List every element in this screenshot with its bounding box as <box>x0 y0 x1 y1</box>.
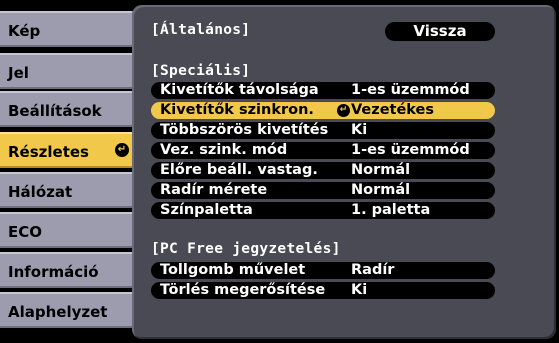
menu-row[interactable]: Radír mérete Normál <box>151 182 495 199</box>
sidebar-item-label: Részletes <box>8 143 89 161</box>
enter-arrow-icon: ↵ <box>337 104 350 117</box>
row-value: Normál <box>351 182 411 198</box>
row-label: Kivetítők távolsága <box>160 82 319 98</box>
menu-row[interactable]: Vez. szink. mód 1-es üzemmód <box>151 142 495 159</box>
sidebar-item-label: Hálózat <box>8 183 73 201</box>
sidebar-item-label: Információ <box>8 263 99 281</box>
row-value: 1. paletta <box>351 202 431 218</box>
row-label: Kivetítők szinkron. <box>160 102 314 118</box>
projector-menu: Kép Jel Beállítások Részletes ↵ Hálózat … <box>0 0 559 343</box>
sidebar-item-beallitasok[interactable]: Beállítások <box>0 91 138 127</box>
sidebar-item-label: Jel <box>8 64 29 82</box>
row-label: Radír mérete <box>160 182 268 198</box>
section-title-specialis: [Speciális] <box>151 63 251 79</box>
row-value: 1-es üzemmód <box>351 142 470 158</box>
sidebar-item-halozat[interactable]: Hálózat <box>0 172 138 208</box>
sidebar-item-eco[interactable]: ECO <box>0 212 138 248</box>
sidebar-item-label: ECO <box>8 223 43 241</box>
row-value: Normál <box>351 162 411 178</box>
section-title-pc-free: [PC Free jegyzetelés] <box>151 241 341 257</box>
row-label: Tollgomb művelet <box>160 262 306 278</box>
menu-row[interactable]: Tollgomb művelet Radír <box>151 262 495 279</box>
menu-row[interactable]: Színpaletta 1. paletta <box>151 202 495 219</box>
sidebar-item-informacio[interactable]: Információ <box>0 252 138 288</box>
enter-arrow-icon: ↵ <box>115 143 129 157</box>
menu-row[interactable]: Többszörös kivetítés Ki <box>151 122 495 139</box>
menu-row[interactable]: Törlés megerősítése Ki <box>151 282 495 299</box>
row-value: Vezetékes <box>351 102 435 118</box>
sidebar-item-jel[interactable]: Jel <box>0 53 138 89</box>
sidebar-item-alaphelyzet[interactable]: Alaphelyzet <box>0 292 138 328</box>
sidebar-item-label: Kép <box>8 22 41 40</box>
menu-row[interactable]: Kivetítők távolsága 1-es üzemmód <box>151 82 495 99</box>
row-value: Radír <box>351 262 395 278</box>
back-button[interactable]: Vissza <box>385 22 495 41</box>
row-value: Ki <box>351 122 368 138</box>
sidebar-item-kep[interactable]: Kép <box>0 11 138 47</box>
panel-header: [Általános] <box>151 22 251 38</box>
row-label: Vez. szink. mód <box>160 142 288 158</box>
row-label: Törlés megerősítése <box>160 282 326 298</box>
settings-panel: [Általános] Vissza [Speciális] Kivetítők… <box>132 5 556 339</box>
sidebar: Kép Jel Beállítások Részletes ↵ Hálózat … <box>0 0 142 343</box>
row-value: Ki <box>351 282 368 298</box>
sidebar-item-reszletes[interactable]: Részletes ↵ <box>0 132 138 168</box>
row-label: Előre beáll. vastag. <box>160 162 318 178</box>
row-label: Többszörös kivetítés <box>160 122 329 138</box>
sidebar-item-label: Beállítások <box>8 102 102 120</box>
row-label: Színpaletta <box>160 202 253 218</box>
menu-row[interactable]: Előre beáll. vastag. Normál <box>151 162 495 179</box>
sidebar-item-label: Alaphelyzet <box>8 303 108 321</box>
row-value: 1-es üzemmód <box>351 82 470 98</box>
menu-row-selected[interactable]: Kivetítők szinkron. ↵ Vezetékes <box>151 102 495 119</box>
